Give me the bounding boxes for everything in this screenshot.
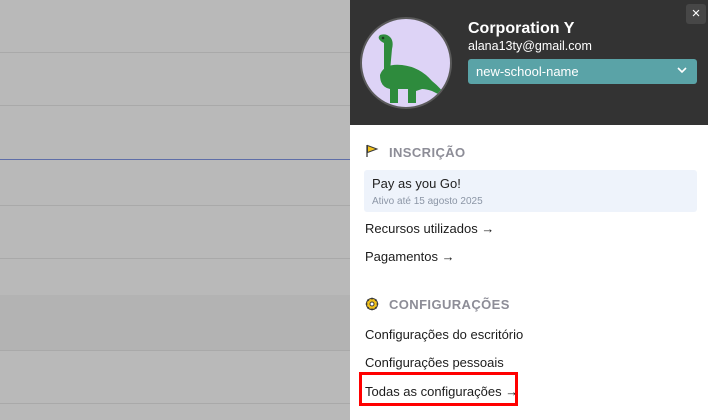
background-divider <box>0 350 350 351</box>
school-select-value: new-school-name <box>476 64 579 79</box>
school-select[interactable]: new-school-name <box>468 59 697 84</box>
office-settings-link[interactable]: Configurações do escritório <box>365 327 523 342</box>
flag-icon <box>366 144 379 157</box>
organization-name: Corporation Y <box>468 20 575 37</box>
close-icon: × <box>691 5 701 22</box>
close-button[interactable]: × <box>686 4 706 24</box>
plan-name: Pay as you Go! <box>372 176 461 191</box>
plan-status: Ativo até 15 agosto 2025 <box>372 196 483 207</box>
subscription-section-title: INSCRIÇÃO <box>389 145 466 160</box>
settings-section-title: CONFIGURAÇÕES <box>389 297 510 312</box>
payments-link[interactable]: Pagamentos → <box>365 249 455 264</box>
highlight-box <box>359 372 518 406</box>
background-row <box>0 295 350 350</box>
chevron-down-icon <box>677 67 687 74</box>
background-divider <box>0 52 350 53</box>
background-divider <box>0 205 350 206</box>
background-app-overlay <box>0 0 350 420</box>
dinosaur-icon <box>378 34 448 103</box>
background-divider <box>0 403 350 404</box>
plan-card: Pay as you Go! Ativo até 15 agosto 2025 <box>364 170 697 212</box>
dinosaur-avatar[interactable] <box>360 17 452 109</box>
user-email: alana13ty@gmail.com <box>468 39 592 53</box>
resources-used-link[interactable]: Recursos utilizados → <box>365 221 494 236</box>
gear-icon <box>365 297 379 311</box>
background-divider <box>0 159 350 160</box>
personal-settings-link[interactable]: Configurações pessoais <box>365 355 504 370</box>
account-panel: Corporation Y alana13ty@gmail.com new-sc… <box>350 0 708 420</box>
background-divider <box>0 258 350 259</box>
account-header: Corporation Y alana13ty@gmail.com new-sc… <box>350 0 708 125</box>
background-divider <box>0 105 350 106</box>
